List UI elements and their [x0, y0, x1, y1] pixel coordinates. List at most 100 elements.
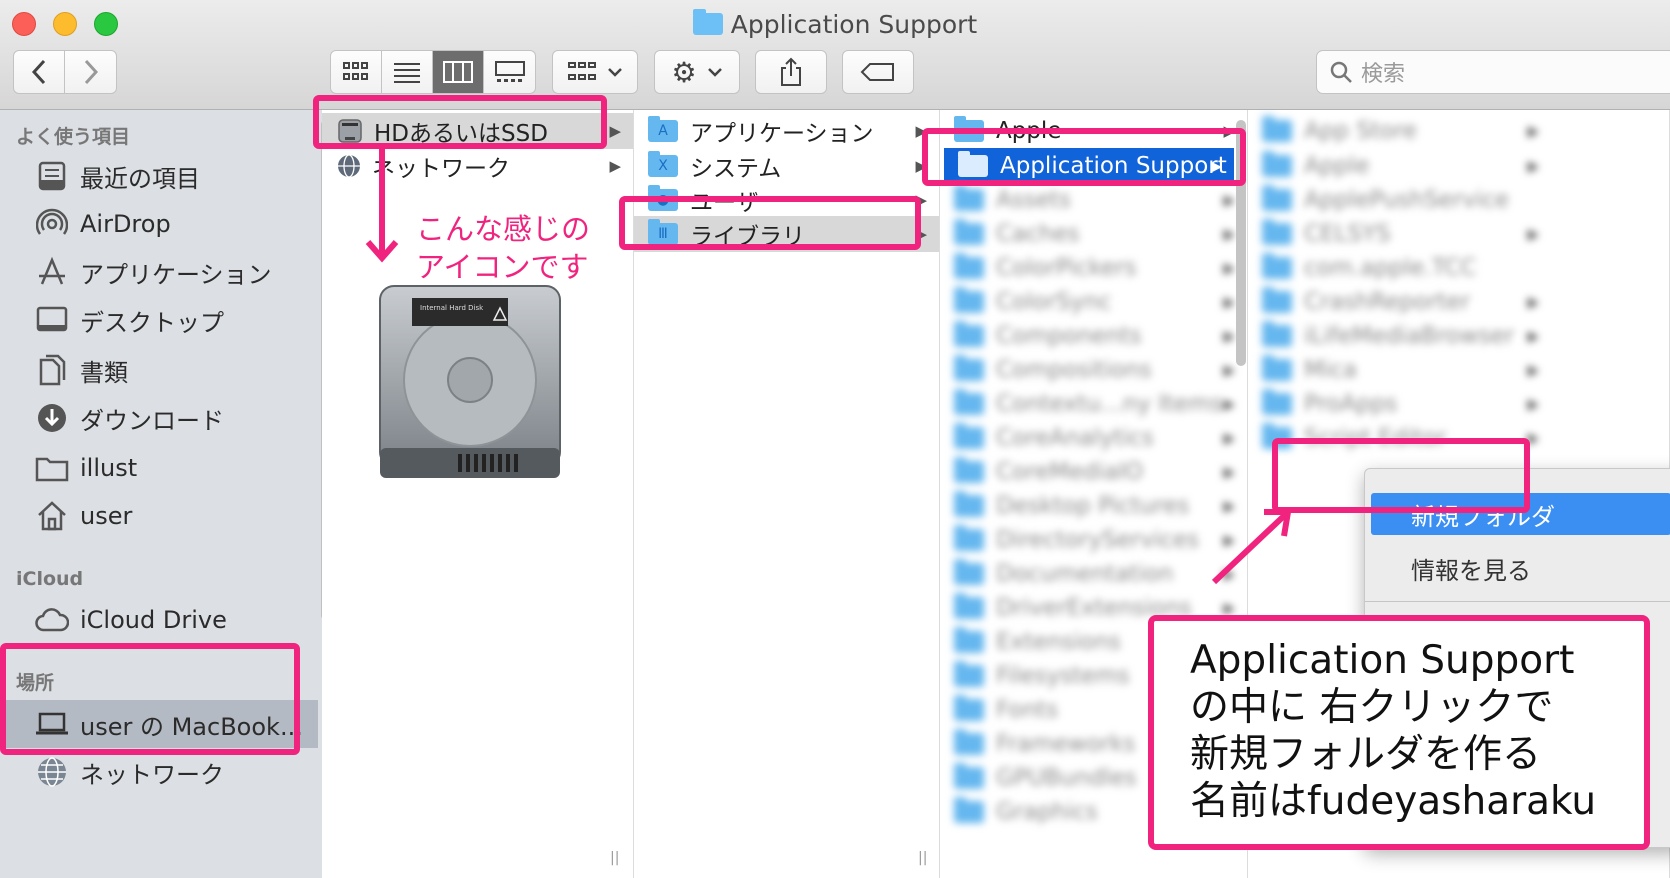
folder-icon — [954, 695, 984, 721]
sidebar-item-documents[interactable]: 書類 — [0, 346, 330, 394]
chevron-down-icon — [608, 68, 622, 77]
sidebar-item-illust[interactable]: illust — [0, 444, 330, 492]
list-item[interactable]: Compositions ▶ — [940, 352, 1247, 388]
folder-icon — [1262, 151, 1292, 177]
highlight-library-item — [619, 196, 921, 250]
sidebar-item-network[interactable]: ネットワーク — [0, 748, 330, 796]
list-item[interactable]: Apple ▶ — [1248, 148, 1669, 184]
disclosure-arrow-icon: ▶ — [609, 157, 621, 175]
network-icon — [34, 754, 70, 790]
icon-annotation-note: こんな感じの アイコンです — [416, 212, 591, 284]
column-resize-handle[interactable]: || — [610, 850, 619, 866]
sidebar-item-desktop[interactable]: デスクトップ — [0, 296, 330, 344]
folder-icon — [954, 389, 984, 415]
list-item[interactable]: App Store ▶ — [1248, 113, 1669, 149]
applications-folder-icon: A — [648, 116, 678, 142]
highlight-application-support-item — [922, 128, 1246, 186]
folder-icon — [954, 491, 984, 517]
list-item-system[interactable]: X システム ▶ — [634, 148, 939, 184]
list-item[interactable]: CoreMediaIO ▶ — [940, 454, 1247, 490]
grid-icon — [343, 62, 368, 80]
gear-icon: ⚙ — [671, 55, 697, 89]
desktop-icon — [34, 302, 70, 338]
list-item[interactable]: ColorSync ▶ — [940, 284, 1247, 320]
folder-icon — [34, 450, 70, 486]
search-field[interactable]: 検索 — [1316, 50, 1670, 94]
callout-line: 新規フォルダを作る — [1190, 732, 1542, 777]
folder-icon — [954, 355, 984, 381]
sidebar-item-label: アプリケーション — [80, 260, 272, 289]
system-folder-icon: X — [648, 151, 678, 177]
sidebar-item-recents[interactable]: 最近の項目 — [0, 152, 330, 200]
sidebar-item-label: AirDrop — [80, 210, 171, 238]
folder-icon — [1262, 355, 1292, 381]
column-resize-handle[interactable]: || — [918, 850, 927, 866]
sidebar-item-label: 最近の項目 — [80, 164, 200, 193]
callout-line: の中に 右クリックで — [1190, 685, 1554, 730]
airdrop-icon — [34, 206, 70, 242]
get-info-menu-item[interactable]: 情報を見る — [1371, 547, 1670, 589]
list-item[interactable]: ColorPickers ▶ — [940, 250, 1247, 286]
tags-button[interactable] — [842, 50, 914, 94]
sidebar-item-label: 書類 — [80, 358, 128, 387]
callout-line: Application Support — [1190, 638, 1575, 683]
favorites-header: よく使う項目 — [16, 126, 131, 148]
folder-icon — [1262, 116, 1292, 142]
sidebar-item-label: iCloud Drive — [80, 606, 227, 634]
documents-icon — [34, 352, 70, 388]
sidebar-item-label: user — [80, 502, 133, 530]
back-button[interactable] — [14, 51, 65, 93]
sidebar-item-icloud-drive[interactable]: iCloud Drive — [0, 596, 330, 644]
list-item-applications[interactable]: A アプリケーション ▶ — [634, 113, 939, 149]
icon-view-button[interactable] — [331, 51, 382, 93]
folder-icon — [954, 729, 984, 755]
folder-icon — [954, 457, 984, 483]
columns-icon — [443, 61, 473, 83]
home-icon — [34, 498, 70, 534]
list-item-label: システム — [690, 156, 782, 182]
forward-button[interactable] — [65, 51, 116, 93]
list-item[interactable]: CoreAnalytics ▶ — [940, 420, 1247, 456]
share-button[interactable] — [755, 50, 827, 94]
list-view-button[interactable] — [382, 51, 433, 93]
sidebar-item-label: ダウンロード — [80, 406, 224, 435]
list-item[interactable]: Caches ▶ — [940, 216, 1247, 252]
column-view-button[interactable] — [433, 51, 484, 93]
highlight-hd-item — [313, 95, 607, 149]
folder-icon — [1262, 287, 1292, 313]
list-icon — [394, 63, 420, 83]
list-item[interactable]: ProApps ▶ — [1248, 386, 1669, 422]
list-item[interactable]: Assets ▶ — [940, 182, 1247, 218]
chevron-down-icon — [707, 68, 722, 77]
list-item[interactable]: com.apple.TCC — [1248, 250, 1669, 286]
list-item[interactable]: CELSYS ▶ — [1248, 216, 1669, 252]
list-item-label: アプリケーション — [690, 121, 874, 147]
list-item[interactable]: ApplePushService — [1248, 182, 1669, 218]
folder-icon — [1262, 321, 1292, 347]
sidebar-item-airdrop[interactable]: AirDrop — [0, 200, 330, 248]
view-mode-group — [330, 50, 536, 94]
group-by-button[interactable] — [552, 50, 638, 94]
list-item[interactable]: Mica ▶ — [1248, 352, 1669, 388]
callout-line: 名前はfudeyasharaku — [1190, 779, 1597, 824]
column-1: HDあるいはSSD ▶ ネットワーク ▶ こんな感じの アイコンです Inter… — [322, 110, 634, 878]
sidebar-item-user[interactable]: user — [0, 492, 330, 540]
list-item[interactable]: CrashReporter ▶ — [1248, 284, 1669, 320]
instruction-callout: Application Support の中に 右クリックで 新規フォルダを作る… — [1148, 615, 1650, 850]
sidebar-item-applications[interactable]: アプリケーション — [0, 248, 330, 296]
window-title: Application Support — [0, 9, 1670, 39]
recents-icon — [34, 158, 70, 194]
folder-icon — [692, 9, 723, 35]
folder-icon — [954, 593, 984, 619]
list-item[interactable]: iLifeMediaBrowser ▶ — [1248, 318, 1669, 354]
sidebar-item-downloads[interactable]: ダウンロード — [0, 394, 330, 442]
action-menu-button[interactable]: ⚙ — [654, 50, 740, 94]
sidebar: よく使う項目 最近の項目 AirDrop アプリケーション デスクトップ 書類 — [0, 110, 345, 878]
list-item[interactable]: Components ▶ — [940, 318, 1247, 354]
gallery-view-button[interactable] — [484, 51, 535, 93]
folder-icon — [954, 287, 984, 313]
folder-icon — [1262, 253, 1292, 279]
list-item[interactable]: Contextu...ny Items ▶ — [940, 386, 1247, 422]
chevron-right-icon — [84, 59, 98, 85]
icloud-icon — [34, 602, 70, 638]
